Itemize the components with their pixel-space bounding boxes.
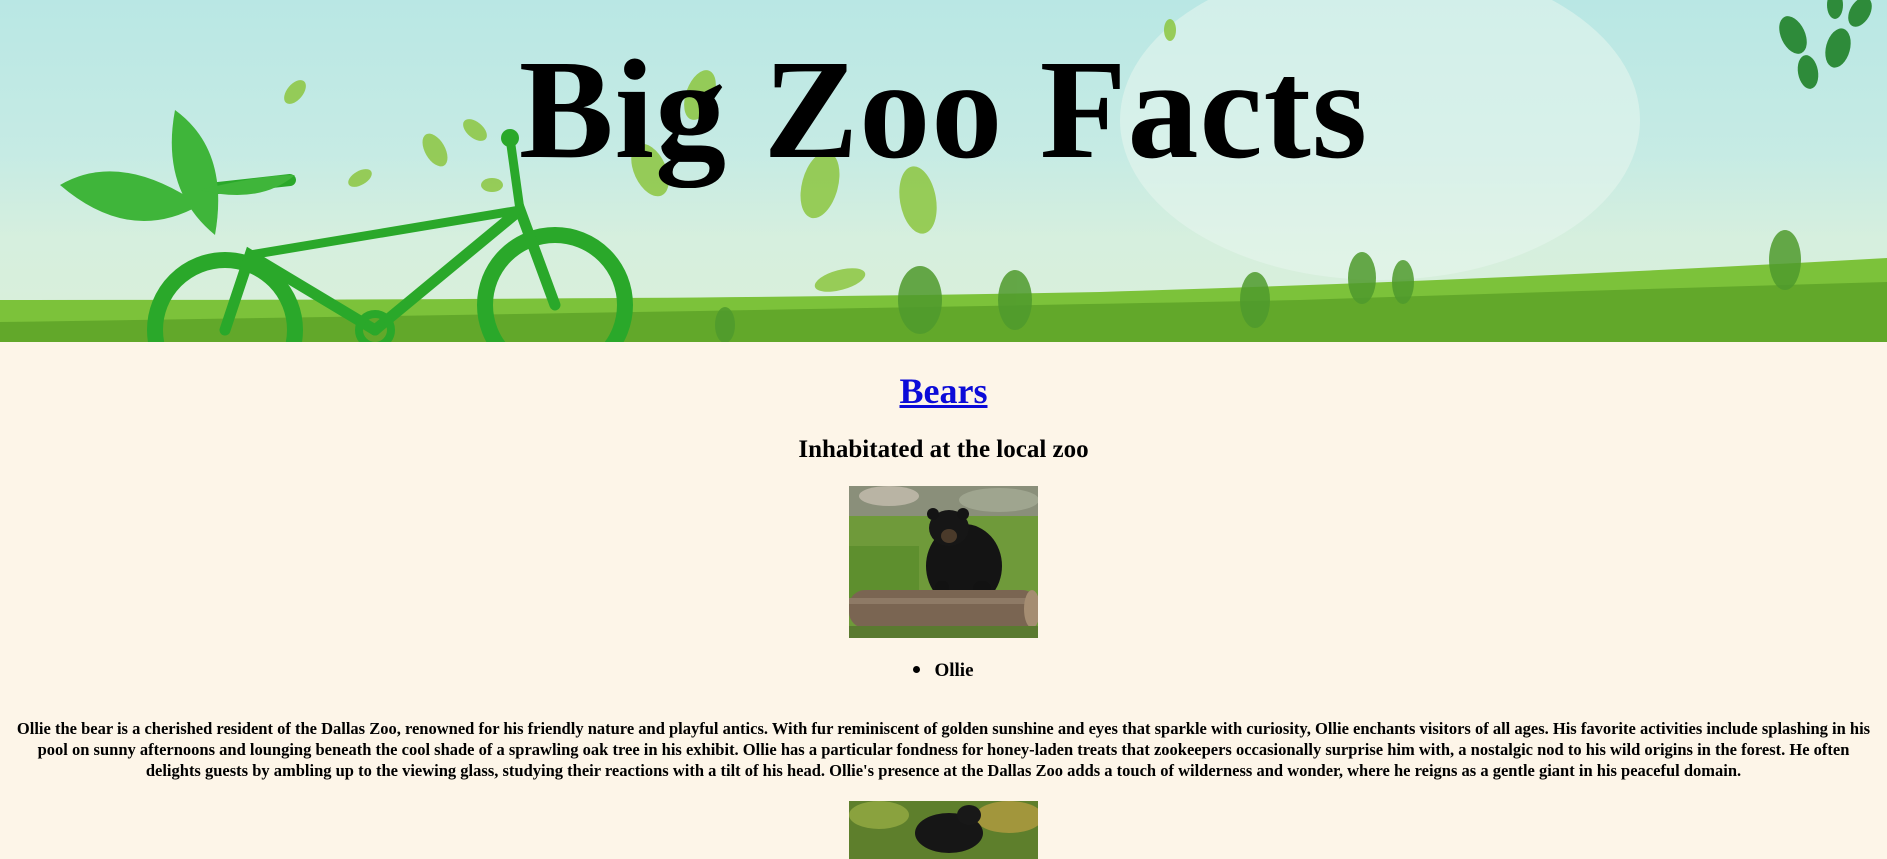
bear-name-list: Ollie bbox=[0, 660, 1887, 682]
bear-description: Ollie the bear is a cherished resident o… bbox=[16, 719, 1871, 780]
bear-photo bbox=[849, 486, 1038, 638]
main-content: Bears Inhabitated at the local zoo Ollie… bbox=[0, 342, 1887, 859]
list-item: Ollie bbox=[0, 660, 1887, 682]
section-subtitle: Inhabitated at the local zoo bbox=[798, 436, 1089, 463]
bears-link[interactable]: Bears bbox=[900, 370, 988, 412]
site-title: Big Zoo Facts bbox=[518, 30, 1369, 188]
bullet-icon bbox=[913, 666, 921, 674]
header-banner: Big Zoo Facts bbox=[0, 0, 1887, 342]
second-bear-photo bbox=[849, 801, 1038, 859]
bear-name: Ollie bbox=[934, 660, 974, 681]
